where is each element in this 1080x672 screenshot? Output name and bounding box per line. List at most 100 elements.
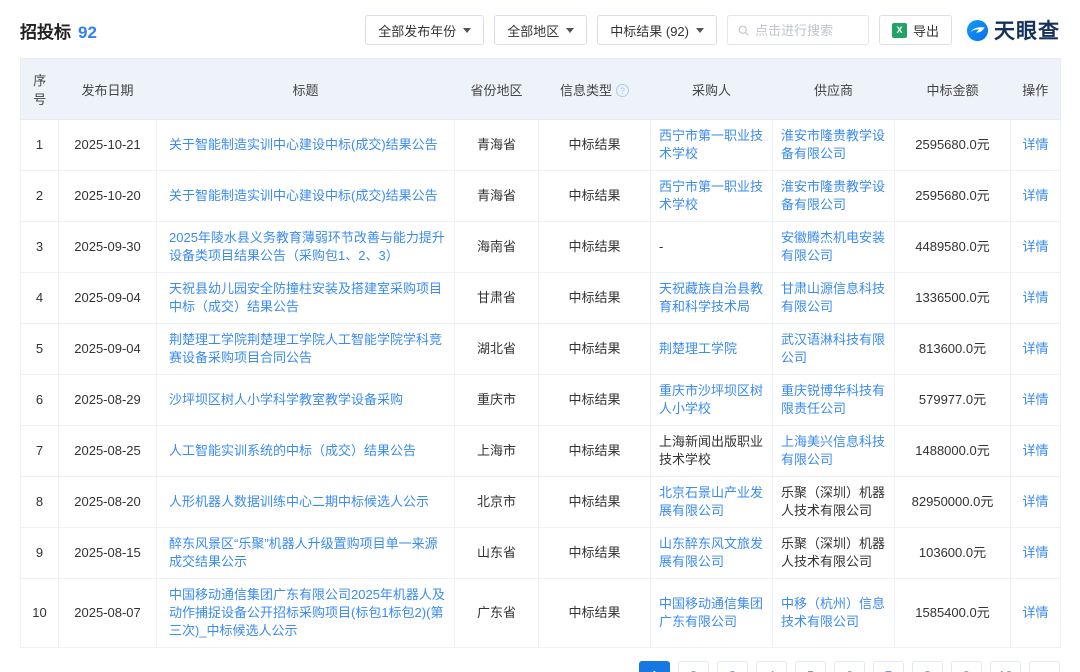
page-button-4[interactable]: 4 [756,661,787,672]
row-detail-link[interactable]: 详情 [1022,443,1048,458]
row-region: 山东省 [455,528,539,579]
row-date: 2025-09-04 [59,273,157,324]
page-button-10[interactable]: 10 [990,661,1021,672]
col-header-region: 省份地区 [455,59,539,120]
table-row: 1 2025-10-21 关于智能制造实训中心建设中标(成交)结果公告 青海省 … [21,120,1061,171]
row-info-type: 中标结果 [539,171,651,222]
page-button-1[interactable]: 1 [639,661,670,672]
table-row: 4 2025-09-04 天祝县幼儿园安全防撞柱安装及搭建室采购项目中标（成交）… [21,273,1061,324]
row-info-type: 中标结果 [539,120,651,171]
row-supplier[interactable]: 武汉语淋科技有限公司 [781,332,885,365]
row-index: 2 [21,171,59,222]
page-button-3[interactable]: 3 [717,661,748,672]
row-index: 10 [21,579,59,648]
row-supplier: 乐聚（深圳）机器人技术有限公司 [781,485,885,518]
tianyancha-eye-icon [966,19,989,42]
filter-info-type[interactable]: 中标结果 (92) [597,15,717,45]
table-row: 2 2025-10-20 关于智能制造实训中心建设中标(成交)结果公告 青海省 … [21,171,1061,222]
row-purchaser[interactable]: 重庆市沙坪坝区树人小学校 [659,383,763,416]
col-header-title: 标题 [157,59,455,120]
col-header-date: 发布日期 [59,59,157,120]
row-title-link[interactable]: 关于智能制造实训中心建设中标(成交)结果公告 [169,137,438,152]
row-title-link[interactable]: 人工智能实训系统的中标（成交）结果公告 [169,443,416,458]
row-title-link[interactable]: 中国移动通信集团广东有限公司2025年机器人及动作捕捉设备公开招标采购项目(标包… [169,587,445,638]
search-icon [738,24,749,37]
row-detail-link[interactable]: 详情 [1022,545,1048,560]
row-amount: 103600.0元 [895,528,1011,579]
page-button-9[interactable]: 9 [951,661,982,672]
row-purchaser[interactable]: 天祝藏族自治县教育和科学技术局 [659,281,763,314]
row-index: 6 [21,375,59,426]
row-detail-link[interactable]: 详情 [1022,392,1048,407]
row-title-link[interactable]: 关于智能制造实训中心建设中标(成交)结果公告 [169,188,438,203]
row-title-link[interactable]: 天祝县幼儿园安全防撞柱安装及搭建室采购项目中标（成交）结果公告 [169,281,442,314]
row-index: 8 [21,477,59,528]
row-detail-link[interactable]: 详情 [1022,341,1048,356]
row-detail-link[interactable]: 详情 [1022,188,1048,203]
page-button-5[interactable]: 5 [795,661,826,672]
row-date: 2025-10-20 [59,171,157,222]
question-circle-icon[interactable]: ? [616,84,629,97]
filter-region[interactable]: 全部地区 [494,15,587,45]
row-title-link[interactable]: 醉东风景区“乐聚”机器人升级置购项目单一来源成交结果公示 [169,536,438,569]
col-header-info-type: 信息类型? [539,59,651,120]
row-purchaser[interactable]: 山东醉东风文旅发展有限公司 [659,536,763,569]
row-supplier[interactable]: 中移（杭州）信息技术有限公司 [781,596,885,629]
row-index: 3 [21,222,59,273]
row-supplier[interactable]: 甘肃山源信息科技有限公司 [781,281,885,314]
row-purchaser[interactable]: 西宁市第一职业技术学校 [659,128,763,161]
col-header-index: 序号 [21,59,59,120]
row-region: 广东省 [455,579,539,648]
row-detail-link[interactable]: 详情 [1022,290,1048,305]
table-header: 序号 发布日期 标题 省份地区 信息类型? 采购人 供应商 中标金额 操作 [21,59,1061,120]
row-supplier[interactable]: 淮安市隆贵教学设备有限公司 [781,128,885,161]
col-header-action: 操作 [1011,59,1061,120]
row-date: 2025-08-20 [59,477,157,528]
next-page-button[interactable]: › [1029,661,1060,672]
row-title-link[interactable]: 荆楚理工学院荆楚理工学院人工智能学院学科竞赛设备采购项目合同公告 [169,332,442,365]
tianyancha-logo[interactable]: 天眼查 [966,15,1060,45]
filter-publish-year[interactable]: 全部发布年份 [365,15,484,45]
pagination: 123456789 10 › [20,661,1060,672]
page-button-7[interactable]: 7 [873,661,904,672]
row-info-type: 中标结果 [539,273,651,324]
row-region: 甘肃省 [455,273,539,324]
topbar: 招投标 92 全部发布年份 全部地区 中标结果 (92) [20,14,1060,46]
row-supplier[interactable]: 重庆锐博华科技有限责任公司 [781,383,885,416]
row-supplier[interactable]: 安徽腾杰机电安装有限公司 [781,230,885,263]
search-input[interactable] [755,23,858,38]
row-purchaser[interactable]: 荆楚理工学院 [659,341,737,356]
row-date: 2025-10-21 [59,120,157,171]
row-purchaser[interactable]: 中国移动通信集团广东有限公司 [659,596,763,629]
row-date: 2025-09-30 [59,222,157,273]
row-region: 北京市 [455,477,539,528]
row-amount: 1585400.0元 [895,579,1011,648]
row-detail-link[interactable]: 详情 [1022,137,1048,152]
row-purchaser: 上海新闻出版职业技术学校 [659,434,763,467]
row-purchaser[interactable]: 北京石景山产业发展有限公司 [659,485,763,518]
row-region: 青海省 [455,120,539,171]
table-row: 8 2025-08-20 人形机器人数据训练中心二期中标候选人公示 北京市 中标… [21,477,1061,528]
search-box[interactable] [727,15,869,45]
row-supplier[interactable]: 上海美兴信息科技有限公司 [781,434,885,467]
export-button[interactable]: X 导出 [879,15,952,45]
row-amount: 579977.0元 [895,375,1011,426]
page-button-6[interactable]: 6 [834,661,865,672]
row-detail-link[interactable]: 详情 [1022,494,1048,509]
row-title-link[interactable]: 沙坪坝区树人小学科学教室教学设备采购 [169,392,403,407]
row-supplier[interactable]: 淮安市隆贵教学设备有限公司 [781,179,885,212]
row-purchaser[interactable]: 西宁市第一职业技术学校 [659,179,763,212]
row-region: 重庆市 [455,375,539,426]
chevron-down-icon [696,28,704,33]
row-detail-link[interactable]: 详情 [1022,239,1048,254]
row-date: 2025-08-15 [59,528,157,579]
row-amount: 1336500.0元 [895,273,1011,324]
row-title-link[interactable]: 人形机器人数据训练中心二期中标候选人公示 [169,494,429,509]
row-index: 7 [21,426,59,477]
page-button-2[interactable]: 2 [678,661,709,672]
row-info-type: 中标结果 [539,579,651,648]
filter-region-label: 全部地区 [507,21,559,40]
page-button-8[interactable]: 8 [912,661,943,672]
row-detail-link[interactable]: 详情 [1022,605,1048,620]
row-title-link[interactable]: 2025年陵水县义务教育薄弱环节改善与能力提升设备类项目结果公告（采购包1、2、… [169,230,445,263]
